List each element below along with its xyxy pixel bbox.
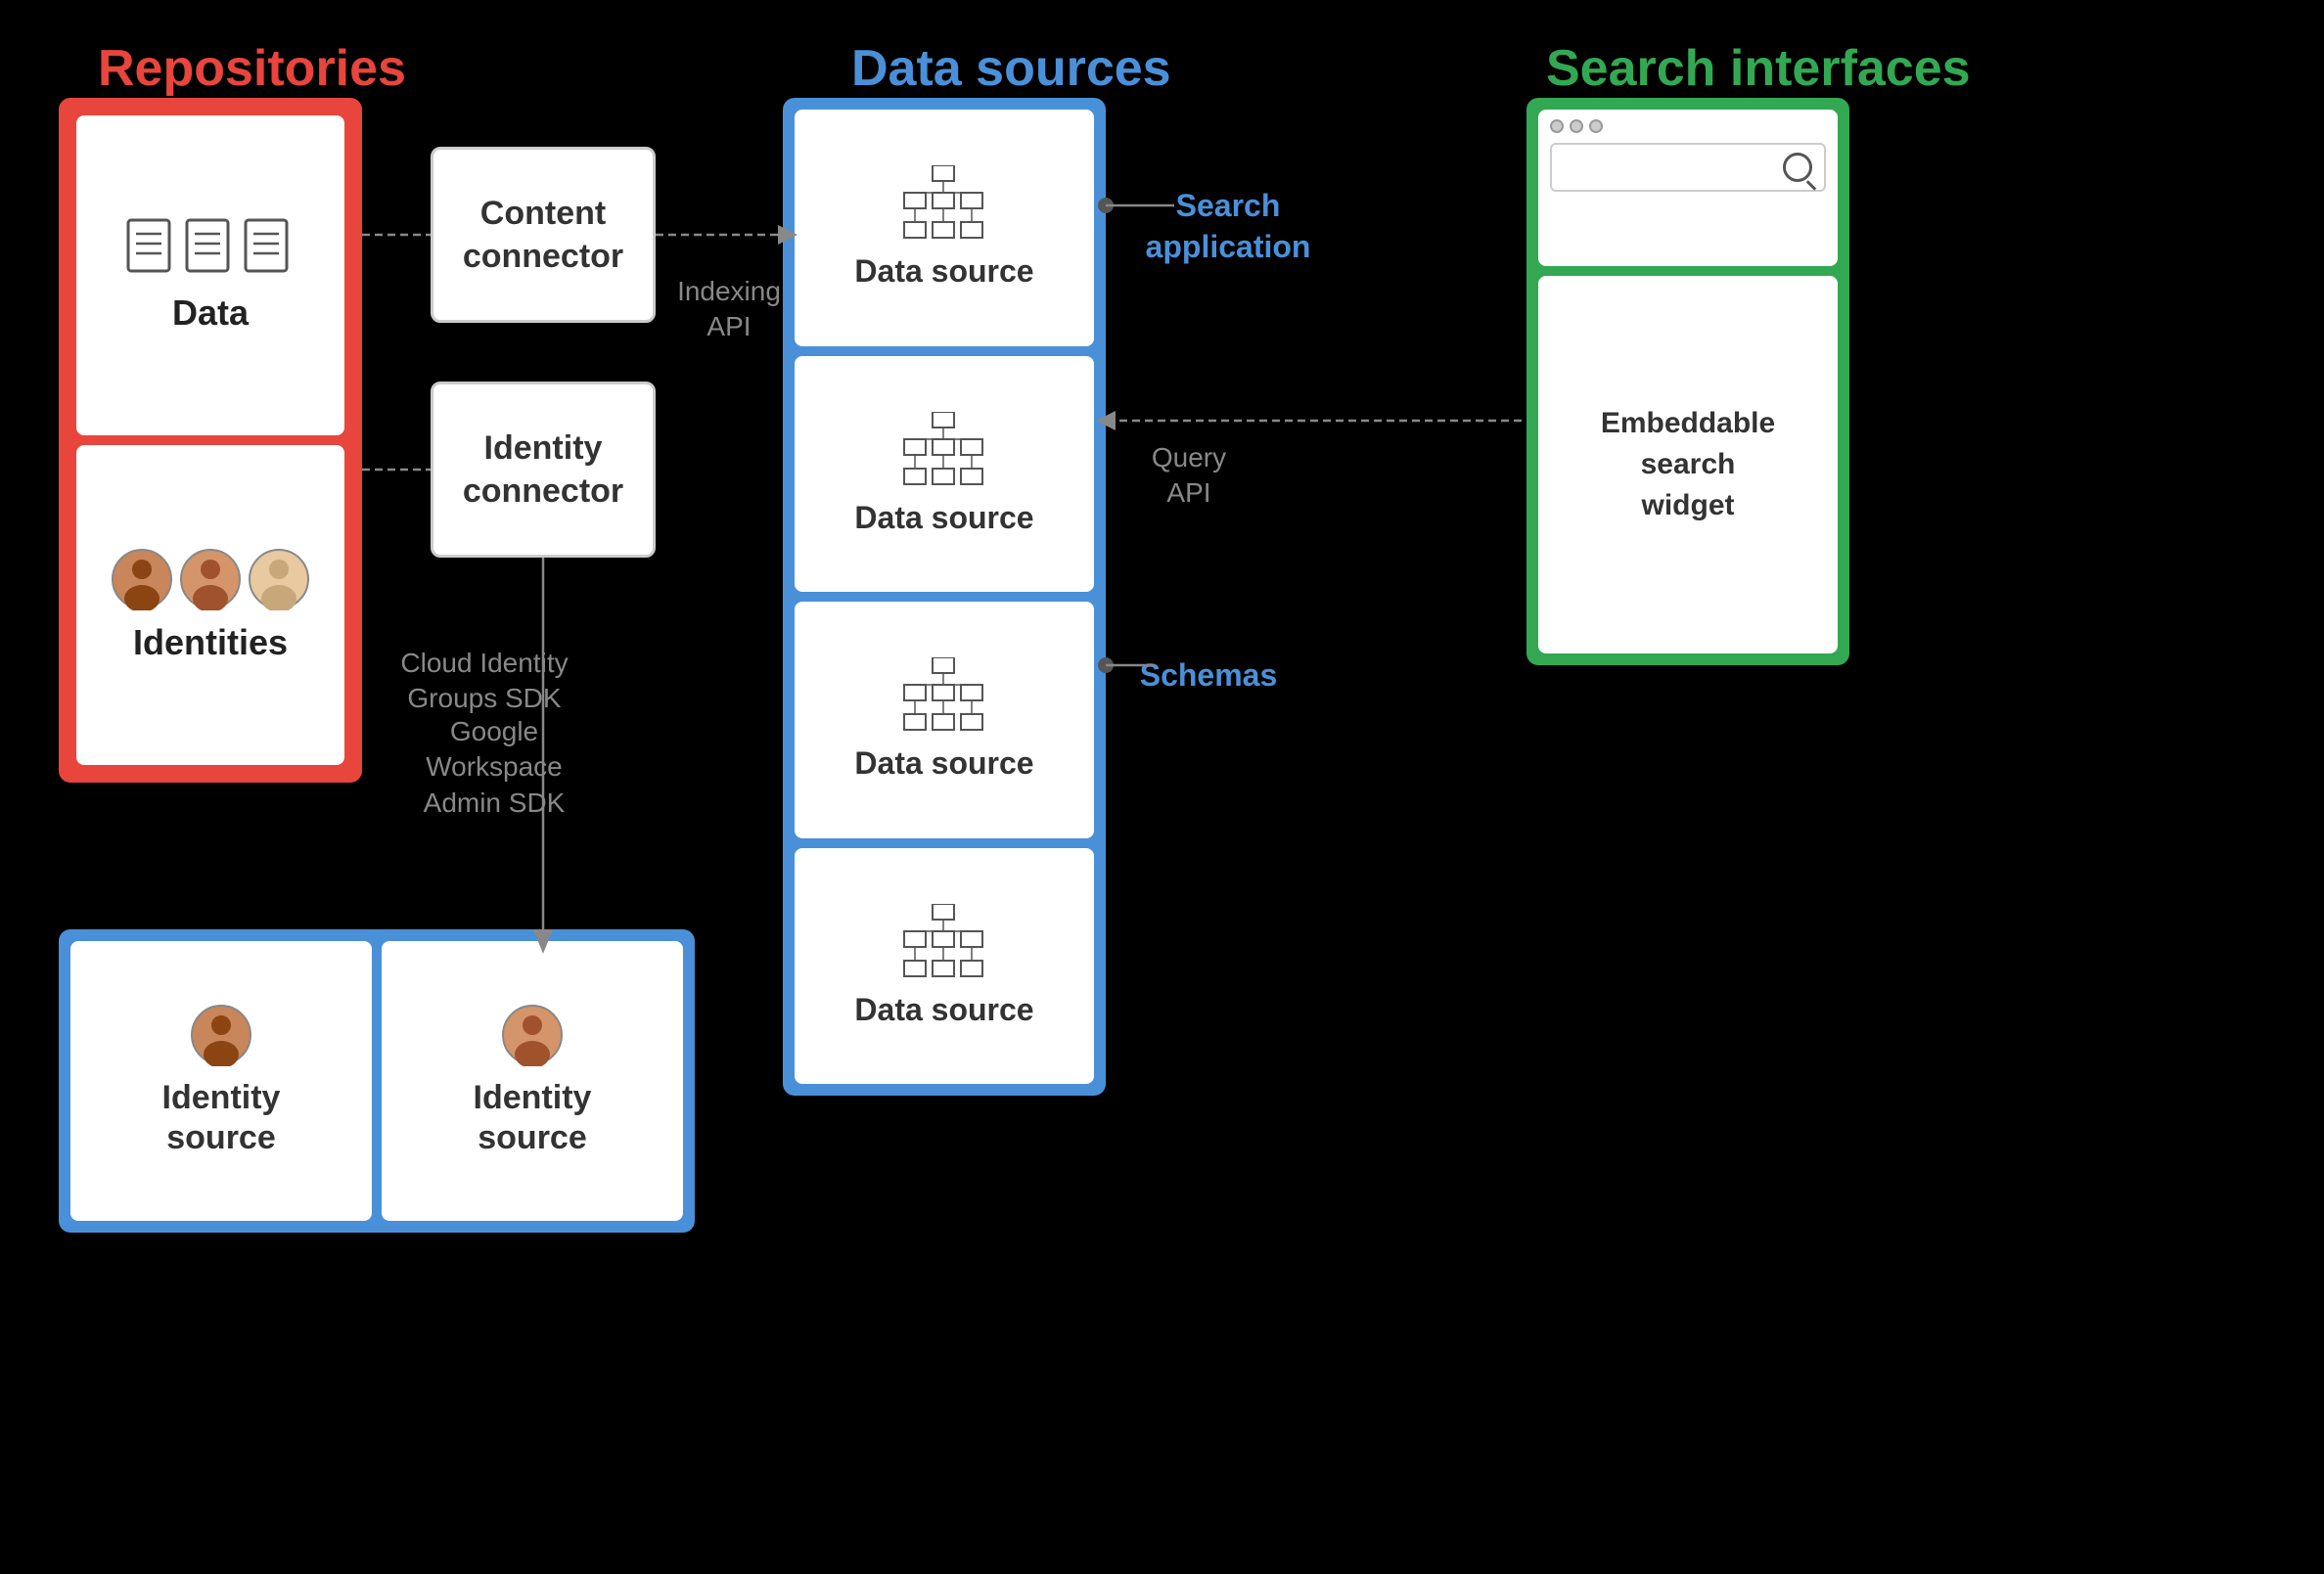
datasource-box-2: Data source	[795, 356, 1094, 593]
search-interfaces-label: Search interfaces	[1546, 39, 1971, 98]
datasources-outer-box: Data source Data source	[783, 98, 1106, 1096]
win-dot-1	[1550, 119, 1564, 133]
diagram-container: Repositories Data sources Search interfa…	[0, 0, 2324, 1574]
datasource-box-1: Data source	[795, 110, 1094, 346]
search-bar-box	[1538, 110, 1838, 266]
identity-source-box-1: Identitysource	[70, 941, 372, 1221]
person-icons	[111, 548, 310, 610]
identity-source-label-2: Identitysource	[474, 1078, 592, 1158]
person-icon-3	[248, 548, 310, 610]
datasource-label-2: Data source	[854, 500, 1033, 536]
identity-sources-outer-box: Identitysource Identitysource	[59, 929, 695, 1233]
datasources-label: Data sources	[851, 39, 1171, 98]
org-chart-icon-3	[900, 657, 988, 736]
repositories-label: Repositories	[98, 39, 406, 98]
doc-icon-1	[126, 218, 177, 281]
query-api-label: Query API	[1130, 440, 1248, 512]
datasource-label-1: Data source	[854, 253, 1033, 290]
window-dots	[1538, 110, 1838, 143]
embeddable-widget-box: Embeddablesearchwidget	[1538, 276, 1838, 653]
org-chart-icon-2	[900, 412, 988, 490]
datasource-box-3: Data source	[795, 602, 1094, 838]
search-icon	[1783, 153, 1812, 182]
data-icons	[126, 218, 295, 281]
google-workspace-label: Google Workspace Admin SDK	[387, 714, 602, 821]
identity-source-box-2: Identitysource	[382, 941, 683, 1221]
org-chart-icon-1	[900, 165, 988, 244]
identity-connector-box: Identityconnector	[431, 382, 656, 558]
datasource-label-3: Data source	[854, 745, 1033, 782]
data-label: Data	[172, 292, 249, 334]
content-connector-box: Contentconnector	[431, 147, 656, 323]
data-box: Data	[76, 115, 344, 435]
identities-box: Identities	[76, 445, 344, 765]
datasource-label-4: Data source	[854, 992, 1033, 1028]
schemas-label: Schemas	[1130, 655, 1287, 697]
indexing-api-label: Indexing API	[670, 274, 788, 345]
win-dot-2	[1570, 119, 1583, 133]
person-icon-1	[111, 548, 173, 610]
doc-icon-3	[244, 218, 295, 281]
search-interfaces-outer-box: Embeddablesearchwidget	[1527, 98, 1849, 665]
identity-source-person-2	[501, 1004, 564, 1066]
person-icon-2	[179, 548, 242, 610]
org-chart-icon-4	[900, 904, 988, 982]
identities-label: Identities	[133, 622, 288, 663]
embeddable-label: Embeddablesearchwidget	[1601, 403, 1775, 526]
datasource-box-4: Data source	[795, 848, 1094, 1085]
identity-connector-label: Identityconnector	[463, 427, 623, 513]
doc-icon-2	[185, 218, 236, 281]
win-dot-3	[1589, 119, 1603, 133]
content-connector-label: Contentconnector	[463, 192, 623, 278]
cloud-identity-label: Cloud Identity Groups SDK	[387, 646, 582, 717]
search-field[interactable]	[1550, 143, 1826, 192]
repositories-box: Data	[59, 98, 362, 783]
identity-source-person-1	[190, 1004, 252, 1066]
identity-source-label-1: Identitysource	[162, 1078, 281, 1158]
search-application-label: Search application	[1130, 186, 1326, 267]
